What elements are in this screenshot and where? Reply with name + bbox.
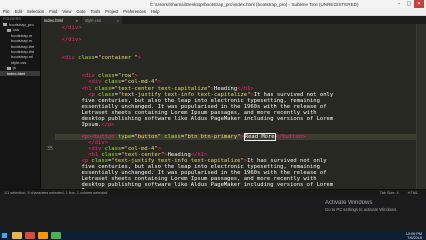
tab-style-css[interactable]: style.css ×: [82, 16, 122, 24]
file-label: bootstrap_pro: [9, 22, 34, 27]
clock-date: 7/6/2016: [407, 235, 422, 240]
minimize-button[interactable]: –: [394, 0, 404, 8]
tab-label: style.css: [85, 17, 102, 23]
file-label: index.html: [7, 70, 26, 76]
folder-icon: [7, 66, 11, 70]
taskbar: 10:09 PM 7/6/2016: [0, 231, 426, 240]
title-bar: C:\Users\Shamai\Desktop\bootstrap_pro\in…: [0, 0, 426, 8]
media-icon[interactable]: [51, 232, 61, 239]
menu-bar: File Edit Selection Find View Goto Tools Projec…: [0, 8, 426, 16]
code-line: </div>: [55, 37, 82, 44]
file-label: bootstrap.the: [11, 43, 35, 49]
folder-icon: [3, 23, 7, 27]
tab-bar: index.html × style.css ×: [41, 16, 426, 24]
sublime-icon[interactable]: [38, 232, 48, 239]
watermark-title: Activate Windows: [325, 200, 373, 206]
window-title: C:\Users\Shamai\Desktop\bootstrap_pro\in…: [150, 1, 359, 7]
line-number-gutter: 3540: [41, 24, 55, 237]
tab-close-icon[interactable]: ×: [76, 18, 78, 23]
menu-item-file[interactable]: File: [3, 9, 10, 14]
taskbar-apps: [9, 232, 61, 239]
file-label: bootstrap.m: [11, 32, 33, 38]
code-line: </div>: [55, 25, 82, 31]
activation-watermark: Activate Windows Go to PC settings to ac…: [325, 200, 397, 212]
file-item[interactable]: index.html: [0, 70, 40, 76]
file-tree: bootstrap_pro css bootstrap.m bootstrap.m bo…: [0, 22, 40, 76]
explorer-icon[interactable]: [12, 232, 22, 239]
tab-close-icon[interactable]: ×: [117, 18, 119, 23]
watermark-subtitle: Go to PC settings to activate Windows.: [325, 207, 398, 212]
menu-item-find[interactable]: Find: [49, 9, 57, 14]
menu-item-project[interactable]: Project: [105, 9, 118, 14]
sidebar: FOLDERS bootstrap_pro css bootstrap.m boots…: [0, 16, 41, 189]
file-label: style.css: [11, 59, 27, 65]
menu-item-view[interactable]: View: [62, 9, 71, 14]
clock-time: 10:09 PM: [405, 231, 422, 236]
start-button[interactable]: [0, 231, 9, 240]
file-label: bootstrap.m: [11, 38, 33, 44]
file-label: bootstrap.mi: [11, 54, 34, 60]
tab-index-html[interactable]: index.html ×: [41, 16, 81, 24]
clock[interactable]: 10:09 PM 7/6/2016: [402, 232, 422, 240]
menu-item-tools[interactable]: Tools: [90, 9, 100, 14]
maximize-button[interactable]: □: [404, 0, 414, 8]
menu-item-preferences[interactable]: Preferences: [123, 9, 146, 14]
tab-label: index.html: [44, 17, 64, 23]
selected-text: Read More: [243, 132, 276, 141]
menu-item-selection[interactable]: Selection: [27, 9, 44, 14]
folder-icon: [7, 28, 11, 32]
system-tray: 10:09 PM 7/6/2016: [398, 231, 422, 240]
close-button[interactable]: ✕: [414, 0, 424, 8]
minimap[interactable]: [417, 24, 426, 189]
windows-logo-icon: [2, 233, 7, 238]
window-controls: – □ ✕: [394, 0, 424, 8]
line-number: 35: [46, 146, 53, 152]
code-line: <p><button type="button" class="btn btn-…: [55, 132, 417, 141]
file-label: js: [13, 65, 16, 71]
code-line: <div class="container ">: [55, 55, 142, 62]
code-line: Ipsum.</p>: [55, 121, 115, 128]
file-label: css: [13, 27, 19, 33]
file-label: bootstrap.the: [11, 48, 35, 54]
menu-item-help[interactable]: Help: [151, 9, 160, 14]
chrome-icon[interactable]: [25, 232, 35, 239]
menu-item-edit[interactable]: Edit: [15, 9, 22, 14]
code-editor[interactable]: </div> </div> <div class="container "> <…: [55, 24, 417, 189]
menu-item-goto[interactable]: Goto: [76, 9, 85, 14]
